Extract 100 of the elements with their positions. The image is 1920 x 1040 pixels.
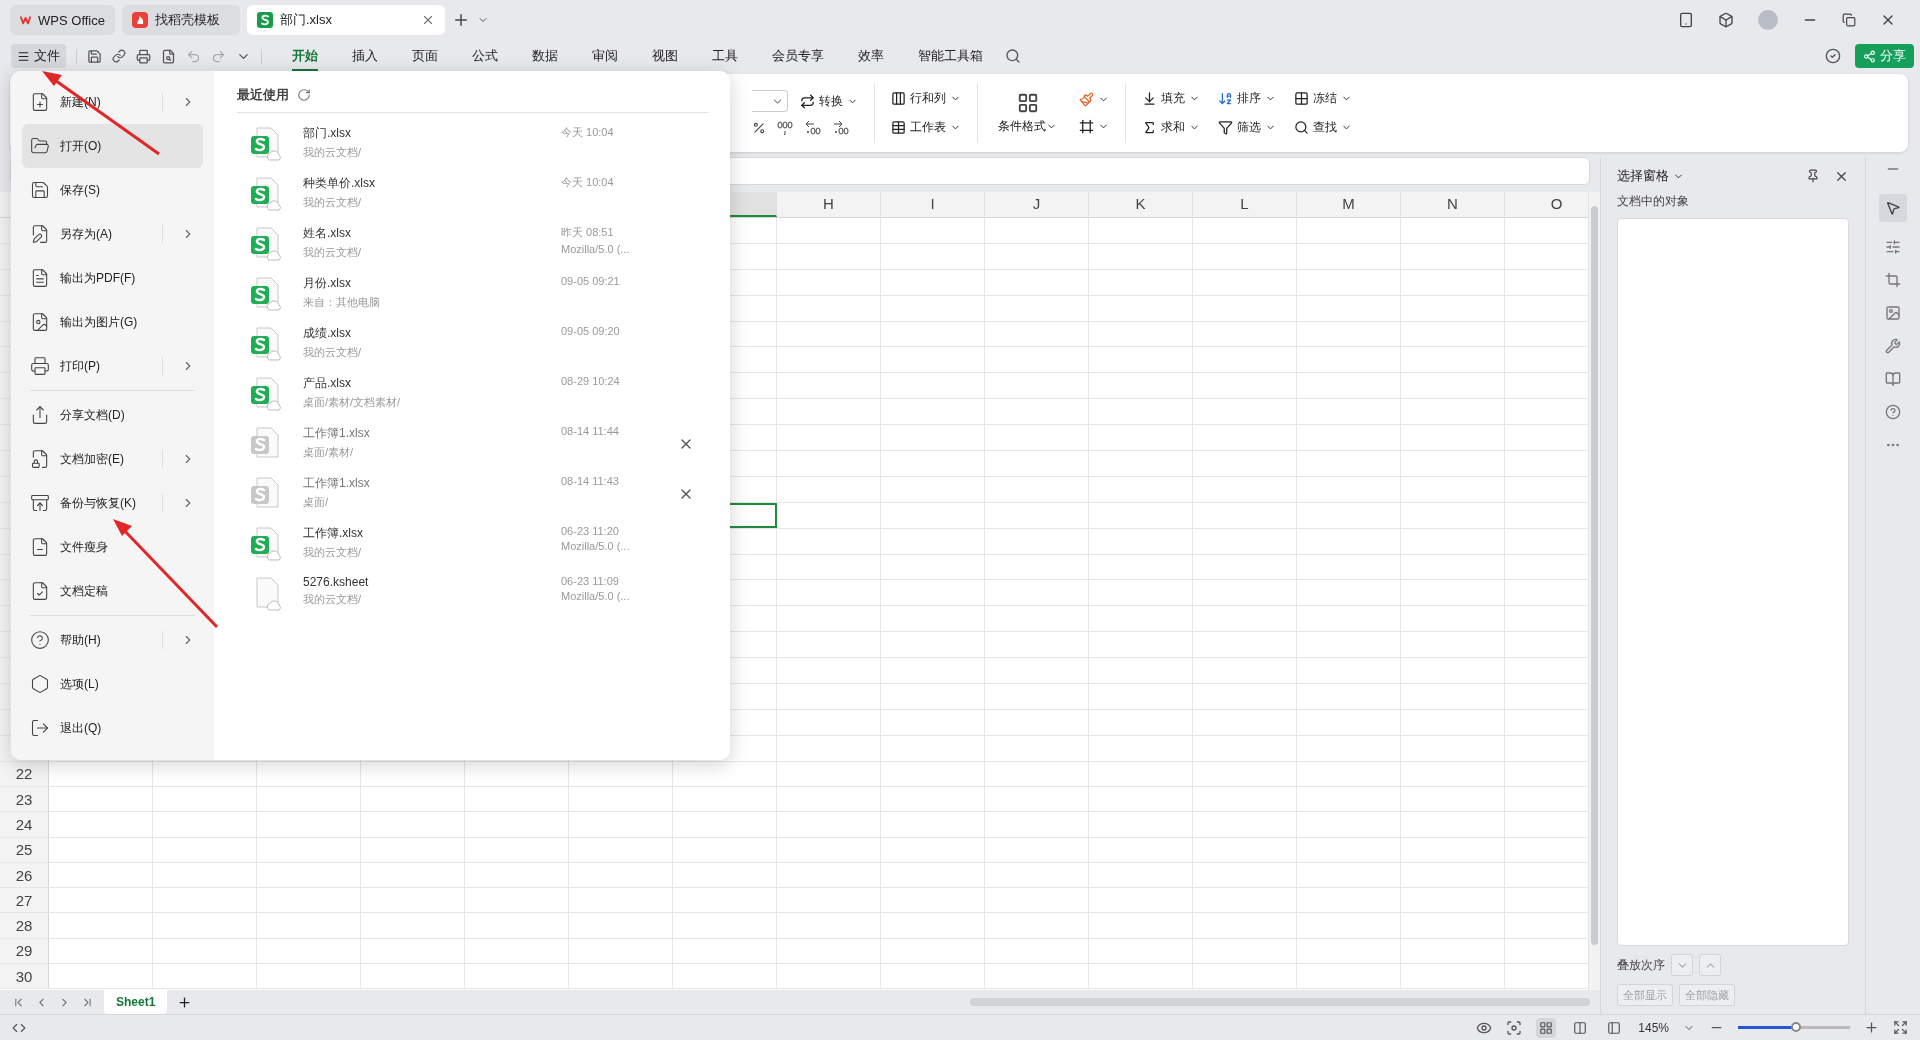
printer-icon[interactable] — [136, 48, 151, 64]
zoom-in-icon[interactable] — [1864, 1020, 1879, 1035]
row-header[interactable]: 25 — [0, 837, 49, 862]
ribbon-tab[interactable]: 插入 — [352, 41, 378, 71]
pane-title[interactable]: 选择窗格 — [1617, 167, 1684, 185]
menu-item[interactable]: 选项(L) — [22, 662, 203, 706]
ribbon-tab[interactable]: 页面 — [412, 41, 438, 71]
app-tab[interactable]: 找稻壳模板 — [122, 5, 240, 35]
row-header[interactable]: 22 — [0, 761, 49, 786]
book-icon[interactable] — [1885, 371, 1901, 387]
fullscreen-icon[interactable] — [1893, 1020, 1908, 1035]
search-icon[interactable] — [1005, 48, 1021, 64]
app-tab[interactable]: 部门.xlsx — [247, 5, 445, 35]
ribbon-tab[interactable]: 审阅 — [592, 41, 618, 71]
ribbon-tab[interactable]: 视图 — [652, 41, 678, 71]
recent-file-row[interactable]: 工作簿1.xlsx 桌面/素材/ 08-14 11:44 — [237, 419, 708, 469]
sort-button[interactable]: 排序 — [1216, 88, 1278, 109]
close-icon[interactable] — [421, 13, 435, 27]
slider-thumb[interactable] — [1791, 1022, 1802, 1032]
filter-button[interactable]: 筛选 — [1216, 117, 1278, 138]
sum-button[interactable]: 求和 — [1140, 117, 1202, 138]
find-button[interactable]: 查找 — [1292, 117, 1354, 138]
ribbon-tab[interactable]: 会员专享 — [772, 41, 824, 71]
column-header[interactable]: I — [881, 192, 985, 217]
column-header[interactable]: L — [1193, 192, 1297, 217]
focus-icon[interactable] — [1506, 1019, 1523, 1036]
ribbon-tab[interactable]: 数据 — [532, 41, 558, 71]
menu-item[interactable]: 备份与恢复(K) — [22, 481, 203, 525]
menu-item[interactable]: 打印(P) — [22, 344, 203, 388]
recent-file-row[interactable]: 工作簿1.xlsx 桌面/ 08-14 11:43 — [237, 469, 708, 519]
menu-item[interactable]: 输出为图片(G) — [22, 300, 203, 344]
file-name: 成绩.xlsx — [303, 325, 352, 342]
menu-item[interactable]: 文档加密(E) — [22, 437, 203, 481]
restore-icon[interactable] — [1842, 13, 1856, 27]
link-icon[interactable] — [112, 49, 126, 63]
column-header[interactable]: K — [1089, 192, 1193, 217]
rows-columns-button[interactable]: 行和列 — [889, 88, 963, 109]
row-header[interactable]: 27 — [0, 888, 49, 913]
horizontal-scrollbar[interactable] — [970, 998, 1590, 1006]
menu-item[interactable]: 另存为(A) — [22, 212, 203, 256]
row-header[interactable]: 29 — [0, 938, 49, 964]
image-icon[interactable] — [1885, 305, 1901, 321]
recent-file-row[interactable]: 姓名.xlsx 我的云文档/ 昨天 08:51 Mozilla/5.0 (... — [237, 219, 708, 269]
app-tab[interactable]: WPS Office — [10, 5, 115, 35]
recent-file-row[interactable]: 产品.xlsx 桌面/素材/文档素材/ 08-29 10:24 — [237, 369, 708, 419]
add-sheet-icon[interactable] — [177, 994, 193, 1010]
column-header[interactable]: J — [985, 192, 1089, 217]
menu-item[interactable]: 文档定稿 — [22, 569, 203, 613]
ribbon-tab[interactable]: 公式 — [472, 41, 498, 71]
worksheet-button[interactable]: 工作表 — [889, 117, 963, 138]
tools-icon[interactable] — [1885, 338, 1901, 354]
preview-icon[interactable] — [161, 48, 176, 64]
menu-item[interactable]: 帮助(H) — [22, 618, 203, 662]
column-header[interactable]: H — [777, 192, 881, 217]
convert-button[interactable]: 转换 — [798, 90, 860, 112]
menu-item[interactable]: 文件瘦身 — [22, 525, 203, 569]
row-header[interactable]: 24 — [0, 812, 49, 837]
ribbon-tab[interactable]: 效率 — [858, 41, 884, 71]
menu-item[interactable]: 打开(O) — [22, 124, 203, 168]
row-header[interactable]: 30 — [0, 964, 49, 989]
cloud-sync-icon[interactable] — [1825, 48, 1841, 64]
menu-item[interactable]: 输出为PDF(F) — [22, 256, 203, 300]
menu-item[interactable]: 退出(Q) — [22, 706, 203, 750]
conditional-format-button[interactable]: 条件格式 — [992, 90, 1063, 136]
save-icon[interactable] — [87, 48, 102, 64]
ribbon-tab[interactable]: 工具 — [712, 41, 738, 71]
vertical-scrollbar[interactable] — [1588, 192, 1600, 990]
menu-item[interactable]: 分享文档(D) — [22, 393, 203, 437]
sheet-tab[interactable]: Sheet1 — [104, 990, 168, 1014]
column-header[interactable]: M — [1297, 192, 1401, 217]
pin-icon[interactable] — [1806, 169, 1820, 183]
decrease-decimal-icon[interactable] — [804, 120, 822, 136]
increase-decimal-icon[interactable] — [832, 120, 850, 136]
recent-file-row[interactable]: 月份.xlsx 来自：其他电脑 09-05 09:21 — [237, 269, 708, 319]
row-header[interactable]: 23 — [0, 787, 49, 812]
recent-file-row[interactable]: 成绩.xlsx 我的云文档/ 09-05 09:20 — [237, 319, 708, 369]
new-tab-icon[interactable] — [452, 11, 470, 29]
help-icon[interactable] — [1885, 404, 1901, 420]
recent-file-row[interactable]: 种类单价.xlsx 我的云文档/ 今天 10:04 — [237, 169, 708, 219]
row-header[interactable]: 26 — [0, 862, 49, 888]
row-header[interactable]: 28 — [0, 913, 49, 938]
thousands-separator-icon[interactable] — [776, 120, 794, 136]
recent-file-row[interactable]: 工作簿.xlsx 我的云文档/ 06-23 11:20 Mozilla/5.0 (... — [237, 519, 708, 569]
cube-icon[interactable] — [1718, 12, 1734, 28]
fill-button[interactable]: 填充 — [1140, 88, 1202, 109]
column-header[interactable]: N — [1401, 192, 1505, 217]
crop-icon[interactable] — [1885, 272, 1901, 288]
select-tool-button[interactable] — [1879, 194, 1907, 222]
scrollbar-thumb[interactable] — [1591, 206, 1598, 946]
freeze-button[interactable]: 冻结 — [1292, 88, 1354, 109]
percent-icon[interactable] — [752, 121, 766, 135]
normal-view-button[interactable] — [1536, 1017, 1557, 1038]
recent-file-row[interactable]: 部门.xlsx 我的云文档/ 今天 10:04 — [237, 119, 708, 169]
sliders-icon[interactable] — [1885, 239, 1901, 255]
ribbon-tab[interactable]: 智能工具箱 — [918, 41, 983, 71]
recent-file-row[interactable]: 5276.ksheet 我的云文档/ 06-23 11:09 Mozilla/5.0 (... — [237, 569, 708, 619]
tablet-icon[interactable] — [1678, 12, 1694, 28]
menu-item[interactable]: 保存(S) — [22, 168, 203, 212]
refresh-icon[interactable] — [297, 88, 311, 102]
file-menu-button[interactable]: 文件 — [11, 44, 66, 68]
